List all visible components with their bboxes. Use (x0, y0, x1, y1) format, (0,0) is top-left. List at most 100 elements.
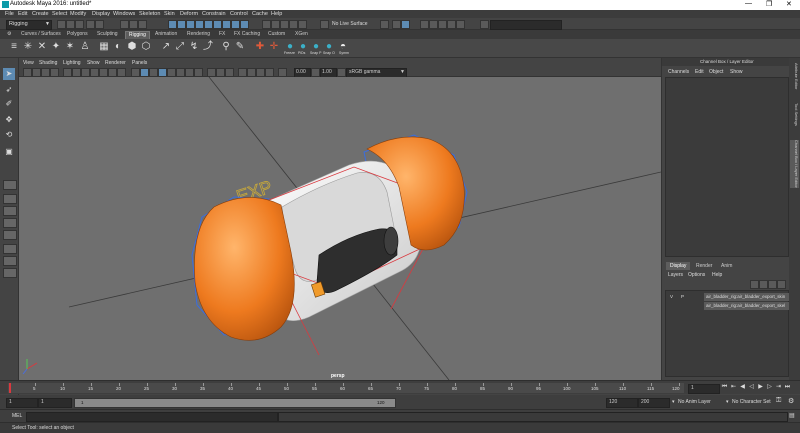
new-scene-icon[interactable] (57, 20, 66, 29)
smooth-shade-icon[interactable] (140, 68, 149, 77)
skin-bind-icon[interactable]: ✶ (64, 41, 76, 53)
new-empty-layer-icon[interactable] (768, 280, 777, 289)
select-component-icon[interactable] (138, 20, 147, 29)
shelf-tab-animation[interactable]: Animation (152, 31, 180, 38)
side-tab-attribute-editor[interactable]: Attribute Editor (790, 63, 799, 89)
move-layer-up-icon[interactable] (750, 280, 759, 289)
ik-spline-icon[interactable]: ✦ (50, 41, 62, 53)
cluster-icon[interactable]: ◐ (112, 41, 124, 53)
color-management-icon[interactable] (337, 68, 346, 77)
light-editor-icon[interactable] (447, 20, 456, 29)
shelf-tab-curves-surfaces[interactable]: Curves / Surfaces (18, 31, 64, 38)
ik-handle-icon[interactable]: ✕ (36, 41, 48, 53)
locator-icon[interactable]: ✚ (254, 41, 266, 53)
resolution-gate-icon[interactable] (81, 68, 90, 77)
menu-select[interactable]: Select (52, 11, 67, 17)
character-set-dropdown[interactable]: No Character Set (732, 399, 771, 405)
depth-of-field-icon[interactable] (265, 68, 274, 77)
shelf-tab-rendering[interactable]: Rendering (184, 31, 213, 38)
mask-dynamics-icon[interactable] (213, 20, 222, 29)
shelf-tab-fx-caching[interactable]: FX Caching (231, 31, 263, 38)
multisample-aa-icon[interactable] (256, 68, 265, 77)
mel-command-input[interactable] (26, 412, 278, 422)
mel-label[interactable]: MEL (12, 413, 22, 419)
layout-four-pane-icon[interactable] (3, 194, 17, 204)
render-settings-icon[interactable] (420, 20, 429, 29)
ambient-occlusion-icon[interactable] (238, 68, 247, 77)
menu-windows[interactable]: Windows (113, 11, 135, 17)
exposure-icon[interactable] (278, 68, 287, 77)
channel-box-area[interactable] (665, 77, 789, 257)
menu-help[interactable]: Help (271, 11, 282, 17)
lattice-icon[interactable]: ▦ (98, 41, 110, 53)
sidebar-toggle-icon[interactable] (480, 20, 489, 29)
mask-curves-icon[interactable] (186, 20, 195, 29)
xray-icon[interactable] (194, 68, 203, 77)
shelf-tab-xgen[interactable]: XGen (292, 31, 311, 38)
render-current-icon[interactable] (401, 20, 410, 29)
layout-single-pane-icon[interactable] (3, 180, 17, 190)
hypershade-icon[interactable] (429, 20, 438, 29)
paint-select-tool-icon[interactable]: ✐ (3, 98, 15, 110)
menu-create[interactable]: Create (32, 11, 49, 17)
step-back-frame-icon[interactable]: ◀ (739, 384, 746, 391)
xray-active-icon[interactable] (225, 68, 234, 77)
panel-menu-lighting[interactable]: Lighting (63, 60, 81, 66)
layout-side-by-side-icon[interactable] (3, 206, 17, 216)
menu-deform[interactable]: Deform (180, 11, 198, 17)
cb-menu-channels[interactable]: Channels (668, 69, 689, 75)
shadows-icon[interactable] (185, 68, 194, 77)
sculpt-deformer-icon[interactable]: ⬡ (140, 41, 152, 53)
menu-file[interactable]: File (5, 11, 14, 17)
ipr-render-icon[interactable] (456, 20, 465, 29)
go-to-start-icon[interactable]: ⏮ (721, 384, 728, 391)
isolate-select-icon[interactable] (207, 68, 216, 77)
panel-menu-view[interactable]: View (23, 60, 34, 66)
layer-tab-render[interactable]: Render (692, 262, 716, 270)
anim-layer-dropdown[interactable]: No Anim Layer (678, 399, 711, 405)
parent-constraint-icon[interactable]: ⤴ (202, 41, 214, 53)
layer-tab-anim[interactable]: Anim (717, 262, 736, 270)
aim-constraint-icon[interactable]: ⤢ (174, 41, 186, 53)
menu-skeleton[interactable]: Skeleton (139, 11, 160, 17)
live-surface-icon[interactable] (320, 20, 329, 29)
left-bladder-pad[interactable] (194, 197, 295, 341)
play-forward-icon[interactable]: ▶ (757, 384, 764, 391)
panel-menu-shading[interactable]: Shading (39, 60, 57, 66)
maximize-button[interactable]: ❐ (766, 0, 772, 8)
animation-start-field[interactable]: 1 (6, 398, 38, 408)
layer-row[interactable]: air_bladder_rig:air_bladder_export_skel (666, 302, 790, 310)
snap-grid-icon[interactable] (262, 20, 271, 29)
motion-blur-icon[interactable] (247, 68, 256, 77)
cb-menu-show[interactable]: Show (730, 69, 743, 75)
camera-select-icon[interactable] (23, 68, 32, 77)
move-layer-down-icon[interactable] (759, 280, 768, 289)
mask-locators-icon[interactable] (240, 20, 249, 29)
lasso-tool-icon[interactable]: ➶ (3, 84, 15, 96)
panel-menu-panels[interactable]: Panels (132, 60, 147, 66)
cb-menu-object[interactable]: Object (709, 69, 723, 75)
le-menu-options[interactable]: Options (688, 272, 705, 278)
safe-title-icon[interactable] (117, 68, 126, 77)
construction-history-icon[interactable] (380, 20, 389, 29)
bookmarks-icon[interactable] (41, 68, 50, 77)
step-forward-frame-icon[interactable]: ▷ (766, 384, 773, 391)
menu-control[interactable]: Control (230, 11, 248, 17)
current-time-marker[interactable] (9, 383, 11, 393)
menu-edit[interactable]: Edit (18, 11, 27, 17)
mask-deformers-icon[interactable] (204, 20, 213, 29)
snap-point-icon[interactable] (280, 20, 289, 29)
gamma-icon[interactable] (311, 68, 320, 77)
shelf-tab-custom[interactable]: Custom (265, 31, 288, 38)
shelf-tab-fx[interactable]: FX (216, 31, 228, 38)
go-to-end-icon[interactable]: ⏭ (784, 384, 791, 391)
menu-display[interactable]: Display (92, 11, 110, 17)
mask-rendering-icon[interactable] (222, 20, 231, 29)
default-material-icon[interactable] (149, 68, 158, 77)
menu-modify[interactable]: Modify (70, 11, 86, 17)
shelf-options-icon[interactable]: ≡ (8, 41, 20, 53)
auto-key-icon[interactable]: ⚿ (776, 397, 781, 405)
mask-misc-icon[interactable] (231, 20, 240, 29)
xray-joints-icon[interactable] (216, 68, 225, 77)
use-all-lights-icon[interactable] (176, 68, 185, 77)
